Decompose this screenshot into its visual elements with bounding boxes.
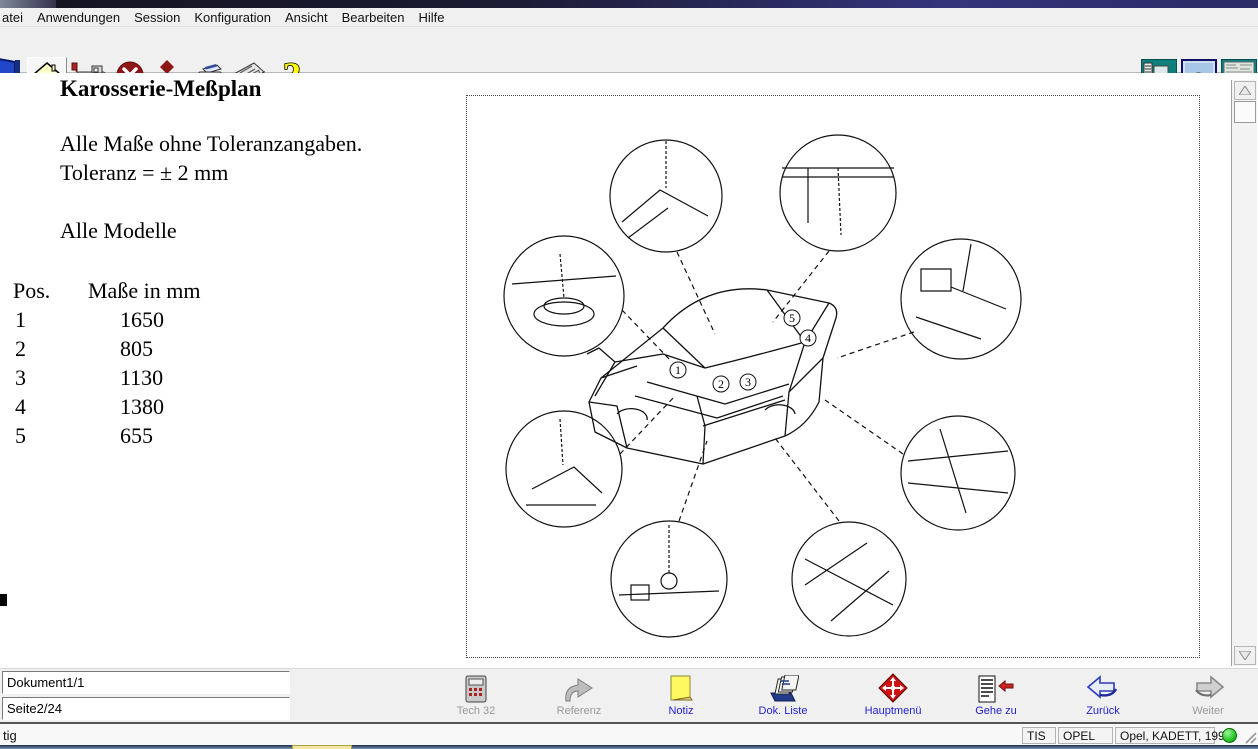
measure-point-4: 4 bbox=[805, 331, 811, 345]
reference-arrow-icon bbox=[540, 673, 618, 703]
row-value: 1130 bbox=[120, 365, 163, 390]
scroll-down-button[interactable] bbox=[1234, 646, 1256, 665]
taskbar-button[interactable] bbox=[292, 745, 352, 749]
gehe-zu-button[interactable]: Gehe zu bbox=[957, 673, 1035, 719]
doc-line-models: Alle Modelle bbox=[60, 218, 177, 244]
navigation-toolbar: Dokument1/1 Seite2/24 Tech 32 Referenz bbox=[0, 668, 1258, 722]
referenz-label: Referenz bbox=[540, 705, 618, 717]
menu-bearbeiten[interactable]: Bearbeiten bbox=[335, 9, 412, 26]
note-icon bbox=[642, 673, 720, 703]
doc-line-tolerance-2: Toleranz = ± 2 mm bbox=[60, 160, 228, 186]
tech32-label: Tech 32 bbox=[437, 705, 515, 717]
window-icon-fragment bbox=[0, 0, 56, 8]
document-counter-field: Dokument1/1 bbox=[2, 671, 290, 694]
status-cell-tis: TIS bbox=[1022, 727, 1056, 744]
menu-datei[interactable]: atei bbox=[0, 9, 30, 26]
os-taskbar-sliver bbox=[0, 745, 1258, 749]
notiz-button[interactable]: Notiz bbox=[642, 673, 720, 719]
scroll-up-button[interactable] bbox=[1234, 81, 1256, 100]
document-stack-icon bbox=[744, 673, 822, 703]
dok-liste-button[interactable]: Dok. Liste bbox=[744, 673, 822, 719]
forward-arrow-icon bbox=[1169, 673, 1247, 703]
table-row: 11650 bbox=[13, 307, 200, 336]
table-row: 31130 bbox=[13, 365, 200, 394]
col-header-pos: Pos. bbox=[13, 278, 88, 304]
status-bar: tig TIS OPEL Opel, KADETT, 1990 bbox=[0, 724, 1258, 745]
window-resize-grip[interactable] bbox=[1244, 731, 1257, 744]
row-value: 655 bbox=[120, 423, 153, 448]
calculator-icon bbox=[437, 673, 515, 703]
main-menu-diamond-icon bbox=[854, 673, 932, 703]
row-value: 1380 bbox=[120, 394, 164, 419]
hauptmenu-button[interactable]: Hauptmenü bbox=[854, 673, 932, 719]
measure-point-3: 3 bbox=[745, 375, 751, 389]
row-pos: 1 bbox=[13, 307, 120, 333]
measure-point-1: 1 bbox=[675, 363, 681, 377]
status-cell-vehicle: Opel, KADETT, 1990 bbox=[1115, 727, 1215, 744]
page-counter-field: Seite2/24 bbox=[2, 697, 290, 720]
online-indicator-icon bbox=[1222, 728, 1237, 743]
window-title-bar bbox=[0, 0, 1258, 8]
dok-liste-label: Dok. Liste bbox=[744, 705, 822, 717]
table-row: 2805 bbox=[13, 336, 200, 365]
doc-line-tolerance-1: Alle Maße ohne Toleranzangaben. bbox=[60, 131, 362, 157]
row-pos: 2 bbox=[13, 336, 120, 362]
measurement-diagram-image[interactable]: 1 2 3 4 5 bbox=[466, 95, 1200, 658]
col-header-value: Maße in mm bbox=[88, 278, 200, 303]
weiter-button[interactable]: Weiter bbox=[1169, 673, 1247, 719]
scrollbar-thumb[interactable] bbox=[1234, 101, 1256, 123]
vertical-scrollbar[interactable] bbox=[1231, 80, 1257, 666]
goto-document-icon bbox=[957, 673, 1035, 703]
car-body-diagram: 1 2 3 4 5 bbox=[467, 96, 1199, 657]
tech32-button[interactable]: Tech 32 bbox=[437, 673, 515, 719]
back-arrow-icon bbox=[1064, 673, 1142, 703]
menu-hilfe[interactable]: Hilfe bbox=[412, 9, 452, 26]
row-value: 1650 bbox=[120, 307, 164, 332]
document-viewer: Karosserie-Meßplan Alle Maße ohne Tolera… bbox=[0, 73, 1258, 668]
measurement-table-header: Pos.Maße in mm bbox=[13, 278, 200, 307]
status-message: tig bbox=[3, 728, 17, 743]
measurement-table: Pos.Maße in mm 11650 2805 31130 41380 56… bbox=[13, 278, 200, 452]
menu-konfiguration[interactable]: Konfiguration bbox=[187, 9, 278, 26]
table-row: 5655 bbox=[13, 423, 200, 452]
gehe-zu-label: Gehe zu bbox=[957, 705, 1035, 717]
referenz-button[interactable]: Referenz bbox=[540, 673, 618, 719]
main-toolbar: ? bbox=[0, 27, 1258, 73]
screen-artifact bbox=[0, 594, 7, 606]
document-title: Karosserie-Meßplan bbox=[60, 76, 261, 102]
weiter-label: Weiter bbox=[1169, 705, 1247, 717]
notiz-label: Notiz bbox=[642, 705, 720, 717]
row-pos: 4 bbox=[13, 394, 120, 420]
zurueck-label: Zurück bbox=[1064, 705, 1142, 717]
menu-session[interactable]: Session bbox=[127, 9, 187, 26]
menu-bar: atei Anwendungen Session Konfiguration A… bbox=[0, 8, 1258, 27]
row-value: 805 bbox=[120, 336, 153, 361]
measure-point-2: 2 bbox=[718, 377, 724, 391]
menu-anwendungen[interactable]: Anwendungen bbox=[30, 9, 127, 26]
status-cell-brand: OPEL bbox=[1058, 727, 1113, 744]
row-pos: 3 bbox=[13, 365, 120, 391]
row-pos: 5 bbox=[13, 423, 120, 449]
menu-ansicht[interactable]: Ansicht bbox=[278, 9, 335, 26]
hauptmenu-label: Hauptmenü bbox=[854, 705, 932, 717]
zurueck-button[interactable]: Zurück bbox=[1064, 673, 1142, 719]
table-row: 41380 bbox=[13, 394, 200, 423]
measure-point-5: 5 bbox=[789, 311, 795, 325]
